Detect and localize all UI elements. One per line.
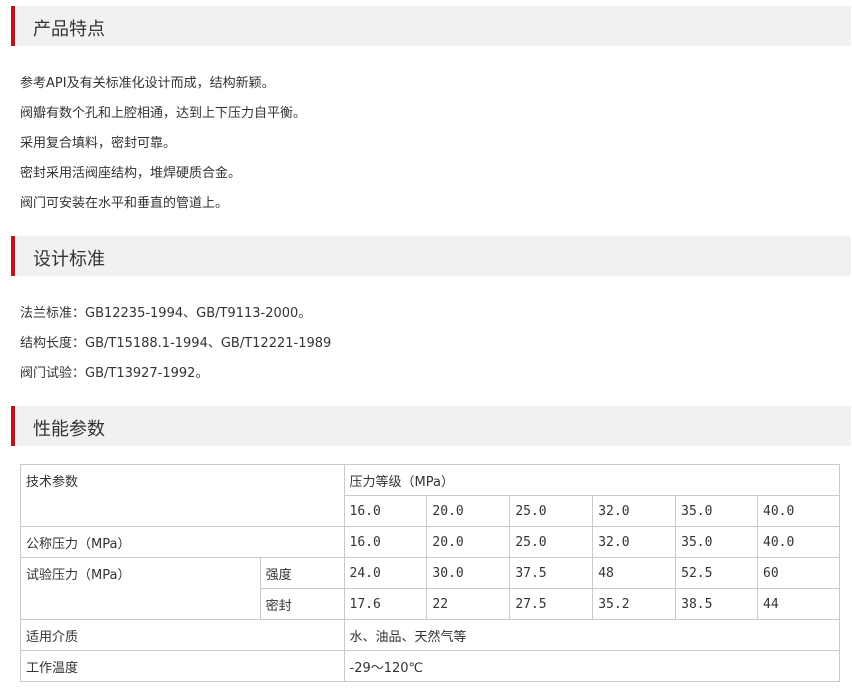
- nominal-pressure-cell: 20.0: [426, 526, 511, 558]
- pressure-class-cell: 35.0: [675, 495, 759, 527]
- table-row: 适用介质 水、油品、天然气等: [20, 619, 840, 651]
- test-pressure-label: 试验压力（MPa）: [20, 557, 261, 620]
- feature-item: 阀瓣有数个孔和上腔相通，达到上下压力自平衡。: [20, 106, 307, 121]
- pressure-class-cell: 40.0: [757, 495, 840, 527]
- table-row: 试验压力（MPa） 强度 24.0 30.0 37.5 48 52.5 60: [20, 557, 840, 620]
- strength-cell: 24.0: [343, 557, 428, 589]
- seal-label: 密封: [259, 588, 345, 620]
- temperature-value: -29～120℃: [343, 650, 840, 682]
- nominal-pressure-cell: 25.0: [509, 526, 594, 558]
- seal-cell: 35.2: [592, 588, 677, 620]
- nominal-pressure-label: 公称压力（MPa）: [20, 526, 345, 558]
- table-row: 工作温度 -29～120℃: [20, 650, 840, 682]
- table-row: 技术参数 压力等级（MPa）: [20, 464, 840, 527]
- seal-cell: 27.5: [509, 588, 594, 620]
- feature-item: 阀门可安装在水平和垂直的管道上。: [20, 196, 229, 211]
- standard-item: 法兰标准：GB12235-1994、GB/T9113-2000。: [20, 306, 312, 321]
- pressure-class-cell: 25.0: [509, 495, 594, 527]
- nominal-pressure-cell: 40.0: [757, 526, 840, 558]
- performance-table: 技术参数 压力等级（MPa） 16.0 20.0 25.0 32.0 35.0 …: [20, 464, 840, 682]
- section-header-features: 产品特点: [11, 6, 851, 46]
- pressure-class-cell: 32.0: [592, 495, 677, 527]
- strength-cell: 30.0: [426, 557, 511, 589]
- seal-cell: 17.6: [343, 588, 428, 620]
- standard-item: 结构长度：GB/T15188.1-1994、GB/T12221-1989: [20, 336, 332, 351]
- medium-label: 适用介质: [20, 619, 345, 651]
- seal-cell: 44: [757, 588, 840, 620]
- section-title-performance: 性能参数: [33, 419, 105, 440]
- feature-item: 密封采用活阀座结构，堆焊硬质合金。: [20, 166, 242, 181]
- feature-item: 参考API及有关标准化设计而成，结构新颖。: [20, 76, 275, 91]
- strength-cell: 48: [592, 557, 677, 589]
- pressure-class-cell: 16.0: [343, 495, 428, 527]
- tech-params-label: 技术参数: [20, 464, 345, 527]
- strength-cell: 52.5: [675, 557, 759, 589]
- nominal-pressure-cell: 16.0: [343, 526, 428, 558]
- section-title-features: 产品特点: [33, 19, 105, 40]
- strength-cell: 60: [757, 557, 840, 589]
- table-row: 公称压力（MPa） 16.0 20.0 25.0 32.0 35.0 40.0: [20, 526, 840, 558]
- nominal-pressure-cell: 32.0: [592, 526, 677, 558]
- medium-value: 水、油品、天然气等: [343, 619, 840, 651]
- strength-cell: 37.5: [509, 557, 594, 589]
- section-title-standards: 设计标准: [33, 249, 105, 270]
- strength-label: 强度: [259, 557, 345, 589]
- feature-item: 采用复合填料，密封可靠。: [20, 136, 177, 151]
- standard-item: 阀门试验：GB/T13927-1992。: [20, 366, 209, 381]
- section-header-performance: 性能参数: [11, 406, 851, 446]
- pressure-class-label: 压力等级（MPa）: [343, 464, 840, 496]
- nominal-pressure-cell: 35.0: [675, 526, 759, 558]
- temperature-label: 工作温度: [20, 650, 345, 682]
- seal-cell: 22: [426, 588, 511, 620]
- pressure-class-cell: 20.0: [426, 495, 511, 527]
- seal-cell: 38.5: [675, 588, 759, 620]
- section-header-standards: 设计标准: [11, 236, 851, 276]
